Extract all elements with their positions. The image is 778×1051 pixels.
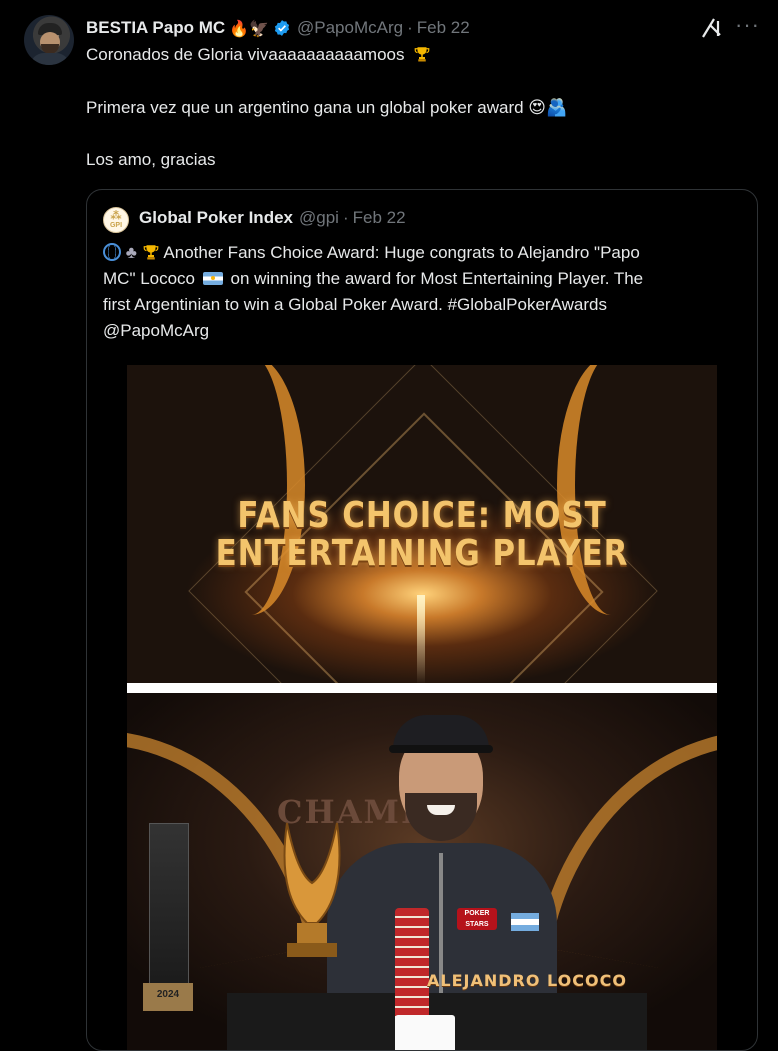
gold-trophy-icon [283, 822, 341, 957]
argentina-flag-icon [202, 272, 223, 285]
quote-text-line-1: ♣ Another Fans Choice Award: Huge congra… [103, 243, 640, 263]
author-avatar[interactable] [24, 15, 74, 65]
quote-author-avatar[interactable]: ⁂ GPI [103, 207, 129, 233]
author-name-emoji: 🔥🦅 [229, 18, 269, 38]
winner-photo: CHAMP 2024 POKER STARS ALEJANDRO LOCOCO [127, 693, 717, 1050]
banner-title-line-2: ENTERTAINING PLAYER [215, 533, 629, 574]
separator-dot: · [407, 18, 413, 37]
more-icon[interactable]: ··· [735, 12, 760, 38]
quote-text-line-4[interactable]: @PapoMcArg [103, 321, 209, 341]
trophy-icon [414, 47, 430, 62]
award-plaque [149, 823, 189, 995]
quoted-tweet[interactable]: ⁂ GPI Global Poker Index @gpi · Feb 22 ♣… [86, 189, 758, 1051]
club-icon: ♣ [125, 243, 137, 262]
separator-dot: · [342, 208, 349, 227]
tweet-header: BESTIA Papo MC 🔥🦅 @PapoMcArg · Feb 22 [86, 15, 470, 41]
quote-text-line-2: MC" Lococo on winning the award for Most… [103, 269, 643, 289]
award-banner: FANS CHOICE: MOST ENTERTAINING PLAYER [127, 365, 717, 683]
quote-avatar-text: GPI [109, 222, 123, 229]
quote-media-image[interactable]: FANS CHOICE: MOST ENTERTAINING PLAYER CH… [127, 365, 717, 1050]
media-divider [127, 683, 717, 693]
playing-cards [395, 1015, 455, 1050]
author-name[interactable]: BESTIA Papo MC [86, 18, 225, 38]
poker-chips [395, 908, 429, 1028]
sponsor-badge: POKER STARS [457, 908, 497, 930]
player-nameplate: ALEJANDRO LOCOCO [427, 971, 627, 990]
tweet-text-line-3: Los amo, gracias [86, 150, 216, 169]
tweet-text-line-1: Coronados de Gloria vivaaaaaaaaaamoos [86, 45, 431, 65]
grok-icon[interactable] [700, 16, 724, 40]
tweet-line-1-text: Coronados de Gloria vivaaaaaaaaaamoos [86, 45, 405, 64]
quote-date[interactable]: Feb 22 [353, 208, 406, 228]
quote-text-line-3: first Argentinian to win a Global Poker … [103, 295, 607, 314]
plaque-year: 2024 [156, 989, 180, 1000]
globe-icon [103, 243, 121, 261]
tweet-line-2-text: Primera vez que un argentino gana un glo… [86, 98, 524, 117]
author-handle[interactable]: @PapoMcArg [297, 18, 403, 38]
tweet-date[interactable]: Feb 22 [417, 18, 470, 38]
quote-author-name[interactable]: Global Poker Index [139, 208, 293, 228]
verified-badge-icon [274, 20, 290, 36]
tweet-line-2-emoji: 😍🫂 [528, 98, 568, 118]
quote-author-handle[interactable]: @gpi [299, 208, 339, 228]
banner-title-line-1: FANS CHOICE: MOST [237, 495, 607, 536]
trophy-icon [143, 245, 158, 260]
quote-line-2a-text: MC" Lococo [103, 269, 196, 288]
quote-line-2b-text: on winning the award for Most Entertaini… [230, 269, 644, 288]
quote-line-1-text: Another Fans Choice Award: Huge congrats… [163, 243, 640, 262]
quote-header: Global Poker Index @gpi · Feb 22 [139, 208, 406, 228]
jacket-flag-icon [511, 913, 539, 931]
tweet-text-line-2: Primera vez que un argentino gana un glo… [86, 98, 567, 118]
